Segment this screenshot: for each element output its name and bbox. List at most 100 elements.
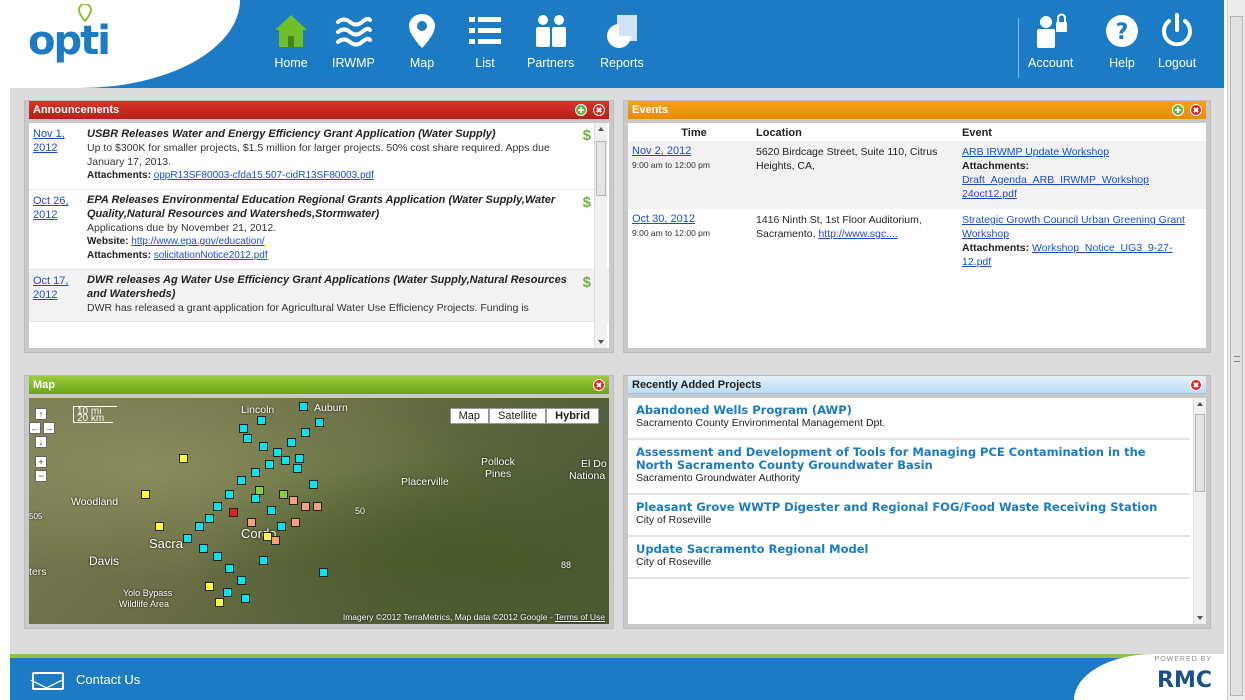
map-marker[interactable]	[301, 502, 310, 511]
location-link[interactable]: http://www.sgc....	[818, 228, 897, 240]
scroll-up-icon[interactable]	[1197, 402, 1203, 406]
map-marker[interactable]	[205, 514, 214, 523]
nav-list[interactable]: List	[466, 12, 504, 70]
scroll-down-icon[interactable]	[1197, 616, 1203, 620]
logo[interactable]: opti	[28, 18, 111, 64]
terms-link[interactable]: Terms of Use	[555, 612, 605, 622]
map-type-map-button[interactable]: Map	[449, 408, 490, 424]
map-marker[interactable]	[183, 534, 192, 543]
map-marker[interactable]	[225, 564, 234, 573]
map-marker[interactable]	[237, 576, 246, 585]
event-date[interactable]: Nov 2, 2012	[632, 145, 756, 157]
map-marker[interactable]	[289, 496, 298, 505]
map-marker[interactable]	[237, 476, 246, 485]
project-title[interactable]: Update Sacramento Regional Model	[636, 543, 1184, 556]
map-marker[interactable]	[141, 490, 150, 499]
map-marker[interactable]	[155, 522, 164, 531]
event-name[interactable]: Strategic Growth Council Urban Greening …	[962, 213, 1192, 241]
announcement-date[interactable]: Oct 26, 2012	[33, 194, 77, 222]
satellite-map[interactable]	[29, 398, 609, 624]
contact-us-link[interactable]: Contact Us	[76, 672, 140, 687]
pan-down-icon[interactable]: ↓	[35, 436, 47, 448]
map-marker[interactable]	[223, 588, 232, 597]
zoom-in-icon[interactable]: +	[35, 456, 47, 468]
map-marker[interactable]	[267, 506, 276, 515]
map-marker[interactable]	[213, 502, 222, 511]
nav-help[interactable]: ? Help	[1103, 12, 1141, 70]
map-marker[interactable]	[299, 402, 308, 411]
event-name[interactable]: ARB IRWMP Update Workshop	[962, 145, 1192, 159]
pan-left-icon[interactable]: ←	[29, 422, 41, 434]
map-marker[interactable]	[257, 416, 266, 425]
project-title[interactable]: Assessment and Development of Tools for …	[636, 446, 1184, 472]
attachment-link[interactable]: solicitationNotice2012.pdf	[154, 250, 268, 261]
announcement-date[interactable]: Oct 17, 2012	[33, 274, 77, 302]
event-date[interactable]: Oct 30, 2012	[632, 213, 756, 225]
envelope-icon[interactable]	[32, 672, 64, 690]
scroll-down-icon[interactable]	[598, 340, 604, 344]
nav-logout[interactable]: Logout	[1158, 12, 1196, 70]
map-marker[interactable]	[301, 428, 310, 437]
attachment-link[interactable]: Draft_Agenda_ARB_IRWMP_Workshop 24oct12.…	[962, 173, 1192, 201]
map-marker[interactable]	[179, 454, 188, 463]
attachment-link[interactable]: oppR13SF80003-cfda15.507-cidR13SF80003.p…	[154, 170, 374, 181]
project-title[interactable]: Pleasant Grove WWTP Digester and Regiona…	[636, 501, 1184, 514]
map-marker[interactable]	[271, 536, 280, 545]
add-icon[interactable]	[575, 104, 587, 116]
announcement-date[interactable]: Nov 1, 2012	[33, 127, 77, 155]
map-marker[interactable]	[295, 454, 304, 463]
map-marker[interactable]	[259, 556, 268, 565]
announcements-scrollbar[interactable]	[594, 123, 607, 348]
scroll-up-icon[interactable]	[598, 127, 604, 131]
close-icon[interactable]	[1190, 104, 1202, 116]
map-type-hybrid-button[interactable]: Hybrid	[546, 408, 599, 424]
nav-home[interactable]: Home	[272, 12, 310, 70]
nav-irwmp[interactable]: IRWMP	[332, 12, 375, 70]
close-icon[interactable]	[593, 104, 605, 116]
map-marker[interactable]	[243, 434, 252, 443]
map-marker[interactable]	[313, 502, 322, 511]
map-marker[interactable]	[251, 468, 260, 477]
map-marker[interactable]	[315, 418, 324, 427]
scroll-thumb[interactable]	[596, 141, 606, 196]
map-marker[interactable]	[251, 494, 260, 503]
scroll-thumb[interactable]	[1195, 414, 1205, 492]
pan-right-icon[interactable]: →	[43, 422, 55, 434]
website-link[interactable]: http://www.epa.gov/education/	[131, 236, 264, 247]
map-marker[interactable]	[213, 552, 222, 561]
map-marker[interactable]	[291, 518, 300, 527]
map-marker[interactable]	[277, 522, 286, 531]
close-icon[interactable]	[1190, 379, 1202, 391]
project-title[interactable]: Abandoned Wells Program (AWP)	[636, 404, 1184, 417]
map-marker[interactable]	[309, 480, 318, 489]
map-marker[interactable]	[293, 464, 302, 473]
map-type-satellite-button[interactable]: Satellite	[489, 408, 547, 424]
map-marker[interactable]	[241, 594, 250, 603]
map-marker[interactable]	[239, 424, 248, 433]
map-marker[interactable]	[279, 490, 288, 499]
pan-up-icon[interactable]: ↑	[35, 408, 47, 420]
map-view[interactable]: 10 mi 20 km ↑ ← → ↓ + − Map Satellite Hy…	[29, 398, 609, 624]
zoom-out-icon[interactable]: −	[35, 470, 47, 482]
projects-scrollbar[interactable]	[1193, 398, 1206, 624]
map-marker[interactable]	[199, 544, 208, 553]
map-marker[interactable]	[319, 568, 328, 577]
window-scrollbar[interactable]	[1227, 0, 1245, 700]
map-marker[interactable]	[205, 582, 214, 591]
map-marker[interactable]	[281, 456, 290, 465]
map-marker[interactable]	[265, 460, 274, 469]
nav-map[interactable]: Map	[403, 12, 441, 70]
nav-account[interactable]: Account	[1028, 12, 1073, 70]
add-icon[interactable]	[1172, 104, 1184, 116]
map-marker[interactable]	[255, 486, 264, 495]
nav-reports[interactable]: Reports	[600, 12, 644, 70]
brand-logo[interactable]: RMC	[1157, 668, 1212, 693]
map-marker[interactable]	[247, 518, 256, 527]
map-marker[interactable]	[195, 522, 204, 531]
map-marker[interactable]	[259, 442, 268, 451]
map-marker[interactable]	[225, 490, 234, 499]
nav-partners[interactable]: Partners	[527, 12, 574, 70]
close-icon[interactable]	[593, 379, 605, 391]
map-marker[interactable]	[287, 438, 296, 447]
map-marker[interactable]	[215, 598, 224, 607]
